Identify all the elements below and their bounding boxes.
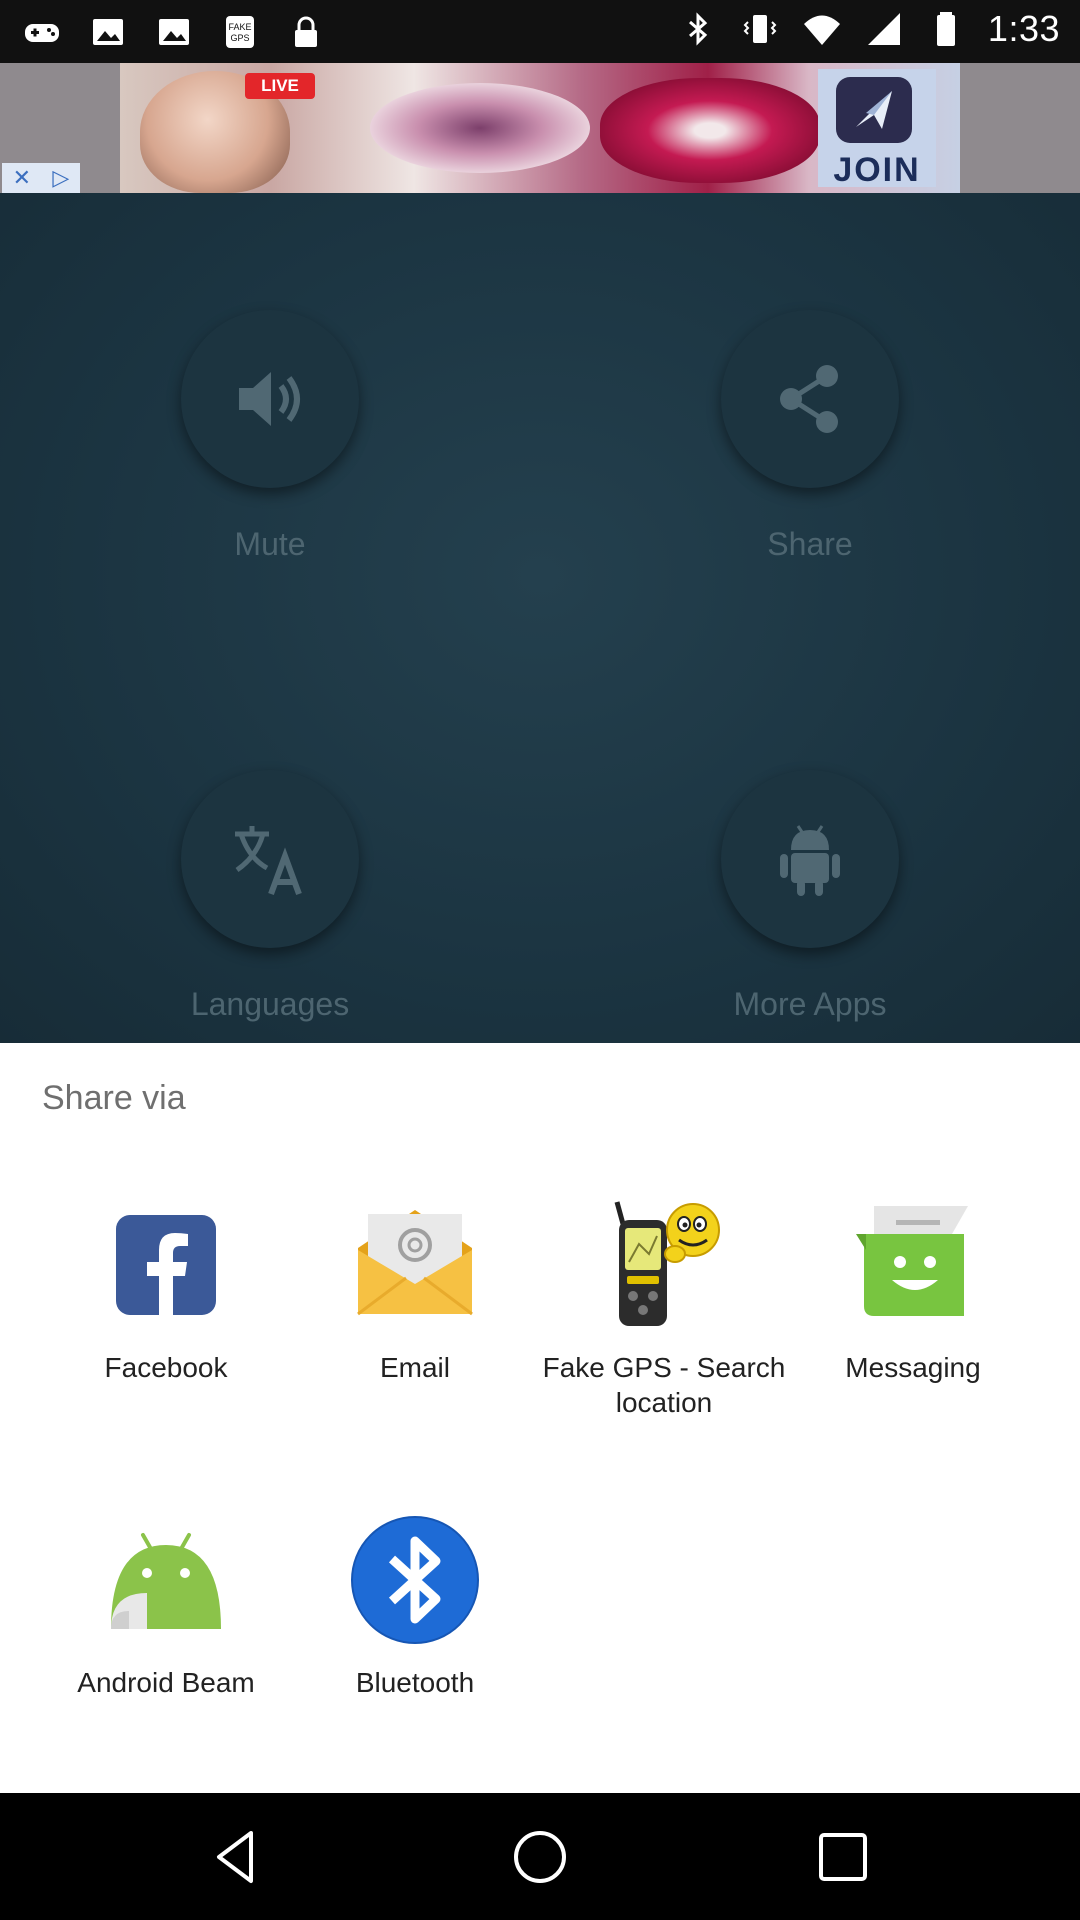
share-option-label: Fake GPS - Search location — [542, 1352, 786, 1418]
share-title: Share via — [42, 1079, 186, 1117]
system-icons: 1:33 — [678, 8, 1060, 50]
ad-close-button[interactable]: ✕ ▷ — [2, 163, 80, 193]
clock: 1:33 — [987, 8, 1060, 49]
home-icon — [514, 1831, 566, 1883]
home-button[interactable] — [508, 1825, 572, 1889]
close-icon[interactable]: ✕ — [13, 165, 31, 191]
recents-button[interactable] — [811, 1825, 875, 1889]
notification-icons: FAKE GPS — [22, 12, 326, 52]
back-icon — [217, 1831, 253, 1883]
languages-button[interactable] — [181, 770, 359, 948]
bluetooth-icon — [678, 9, 718, 49]
lock-icon — [286, 12, 326, 52]
navigation-bar — [0, 1793, 1080, 1920]
ad-live-badge: LIVE — [245, 73, 315, 99]
image-icon — [88, 12, 128, 52]
tile-label: Mute — [234, 526, 306, 562]
ad-banner[interactable]: LIVE JOIN ✕ ▷ — [0, 63, 1080, 193]
speaker-icon — [239, 372, 300, 426]
vibrate-icon — [740, 9, 780, 49]
share-option-email[interactable]: Email — [290, 1200, 540, 1385]
share-option-messaging[interactable]: Messaging — [788, 1200, 1038, 1385]
wifi-icon — [802, 9, 842, 49]
android-beam-icon — [101, 1515, 231, 1645]
svg-text:GPS: GPS — [230, 33, 249, 43]
more-apps-button[interactable] — [721, 770, 899, 948]
share-option-label: Email — [379, 1352, 450, 1383]
share-option-facebook[interactable]: Facebook — [41, 1200, 291, 1385]
share-option-label: Android Beam — [77, 1667, 255, 1698]
email-icon — [350, 1200, 480, 1330]
fake-gps-icon: FAKE GPS — [220, 12, 260, 52]
share-option-fake-gps[interactable]: Fake GPS - Search location — [539, 1200, 789, 1420]
share-option-bluetooth[interactable]: Bluetooth — [290, 1515, 540, 1700]
tile-label: More Apps — [733, 986, 887, 1022]
app-content-dimmed: Mute Share Languages More Apps — [0, 193, 1080, 1043]
image-icon — [154, 12, 194, 52]
fake-gps-icon — [599, 1200, 729, 1330]
svg-text:FAKE: FAKE — [228, 22, 251, 32]
share-option-label: Bluetooth — [355, 1667, 475, 1698]
languages-tile[interactable]: Languages — [160, 770, 380, 1023]
share-button[interactable] — [721, 310, 899, 488]
tile-label: Share — [767, 526, 853, 562]
android-icon — [780, 825, 840, 896]
signal-icon — [864, 9, 904, 49]
mute-button[interactable] — [181, 310, 359, 488]
ad-eye-image — [370, 83, 590, 173]
ad-join-label: JOIN — [833, 151, 921, 189]
share-sheet: Share via Facebook Email Fake GPS - Sear… — [0, 1043, 1080, 1793]
bluetooth-icon — [350, 1515, 480, 1645]
share-icon — [780, 365, 838, 433]
translate-icon — [235, 826, 302, 896]
mute-tile[interactable]: Mute — [160, 310, 380, 563]
adchoices-icon[interactable]: ▷ — [52, 165, 69, 191]
share-option-label: Messaging — [845, 1352, 981, 1383]
status-bar: FAKE GPS 1:33 — [0, 0, 1080, 63]
more-apps-tile[interactable]: More Apps — [700, 770, 920, 1023]
star-icon — [836, 77, 912, 143]
facebook-icon — [101, 1200, 231, 1330]
back-button[interactable] — [205, 1825, 269, 1889]
share-option-label: Facebook — [104, 1352, 228, 1383]
messaging-icon — [848, 1200, 978, 1330]
gamepad-icon — [22, 12, 62, 52]
share-option-android-beam[interactable]: Android Beam — [41, 1515, 291, 1700]
ad-lips-image — [600, 78, 820, 183]
battery-icon — [926, 9, 966, 49]
share-tile[interactable]: Share — [700, 310, 920, 563]
tile-label: Languages — [190, 986, 350, 1022]
recents-icon — [819, 1833, 867, 1881]
